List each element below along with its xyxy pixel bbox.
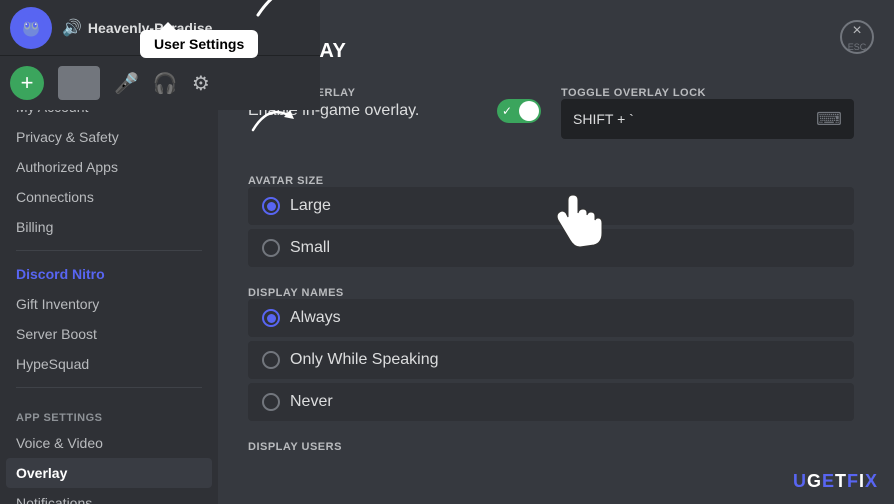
page-title: OVERLAY <box>248 40 854 63</box>
add-icon: + <box>21 70 34 96</box>
toggle-check-icon: ✓ <box>502 104 512 118</box>
sidebar-separator-1 <box>16 250 202 251</box>
sidebar-item-notifications[interactable]: Notifications <box>6 488 212 504</box>
watermark: UGETFIX <box>793 471 878 492</box>
headphone-button[interactable]: 🎧 <box>153 71 178 96</box>
app-settings-section-label: APP SETTINGS <box>6 396 212 428</box>
sidebar-separator-2 <box>16 387 202 388</box>
overlay-toggle[interactable]: ✓ <box>497 99 541 123</box>
sidebar-item-billing[interactable]: Billing <box>6 212 212 242</box>
display-speaking-radio <box>262 351 280 369</box>
close-icon: × <box>852 22 861 40</box>
sidebar-item-overlay[interactable]: Overlay <box>6 458 212 488</box>
tooltip-box: User Settings <box>140 30 258 58</box>
watermark-t: T <box>835 471 847 491</box>
display-always-label: Always <box>290 309 341 327</box>
overlay-top-row: ENABLE OVERLAY Enable in-game overlay. ✓… <box>248 87 854 159</box>
display-always-option[interactable]: Always <box>248 299 854 337</box>
shortcut-value: SHIFT + ` <box>573 111 634 127</box>
avatar <box>58 66 100 100</box>
avatar-large-label: Large <box>290 197 331 215</box>
avatar-size-section: AVATAR SIZE Large Small <box>248 175 854 267</box>
sidebar-item-hypesquad[interactable]: HypeSquad <box>6 349 212 379</box>
sidebar-item-server-boost[interactable]: Server Boost <box>6 319 212 349</box>
sidebar-item-voice-video[interactable]: Voice & Video <box>6 428 212 458</box>
add-server-button[interactable]: + <box>10 66 44 100</box>
display-names-section: DISPLAY NAMES Always Only While Speaking… <box>248 287 854 421</box>
avatar-small-label: Small <box>290 239 330 257</box>
display-speaking-option[interactable]: Only While Speaking <box>248 341 854 379</box>
shortcut-box[interactable]: SHIFT + ` ⌨ <box>561 99 854 139</box>
display-speaking-label: Only While Speaking <box>290 351 439 369</box>
display-users-label: DISPLAY USERS <box>248 441 854 453</box>
display-never-label: Never <box>290 393 333 411</box>
keyboard-icon: ⌨ <box>816 109 842 130</box>
sidebar-item-privacy-safety[interactable]: Privacy & Safety <box>6 122 212 152</box>
avatar-size-label: AVATAR SIZE <box>248 175 854 187</box>
watermark-f: F <box>847 471 859 491</box>
mic-button[interactable]: 🎤 <box>114 71 139 96</box>
server-logo <box>17 14 45 42</box>
avatar-small-option[interactable]: Small <box>248 229 854 267</box>
toggle-lock-section: TOGGLE OVERLAY LOCK SHIFT + ` ⌨ <box>561 87 854 139</box>
volume-icon: 🔊 <box>62 18 82 38</box>
display-never-radio <box>262 393 280 411</box>
toolbar: + 🎤 🎧 ⚙ <box>0 56 320 110</box>
tooltip-text: User Settings <box>154 36 244 52</box>
display-names-label: DISPLAY NAMES <box>248 287 854 299</box>
display-never-option[interactable]: Never <box>248 383 854 421</box>
settings-gear-button[interactable]: ⚙ <box>192 71 210 96</box>
sidebar-item-discord-nitro[interactable]: Discord Nitro <box>6 259 212 289</box>
sidebar-item-connections[interactable]: Connections <box>6 182 212 212</box>
close-button[interactable]: × ESC <box>840 20 874 54</box>
watermark-g: G <box>807 471 822 491</box>
avatar-large-radio <box>262 197 280 215</box>
watermark-e: E <box>822 471 835 491</box>
watermark-u: U <box>793 471 807 491</box>
sidebar-item-authorized-apps[interactable]: Authorized Apps <box>6 152 212 182</box>
display-always-radio <box>262 309 280 327</box>
watermark-text: UGETFIX <box>793 471 878 491</box>
avatar-large-option[interactable]: Large <box>248 187 854 225</box>
esc-label: ESC <box>848 42 867 52</box>
watermark-x: X <box>865 471 878 491</box>
avatar-small-radio <box>262 239 280 257</box>
tooltip-container: User Settings <box>140 30 258 58</box>
toggle-lock-label: TOGGLE OVERLAY LOCK <box>561 87 854 99</box>
server-icon <box>10 7 52 49</box>
sidebar-item-gift-inventory[interactable]: Gift Inventory <box>6 289 212 319</box>
arrow-pointer-svg <box>248 0 308 20</box>
